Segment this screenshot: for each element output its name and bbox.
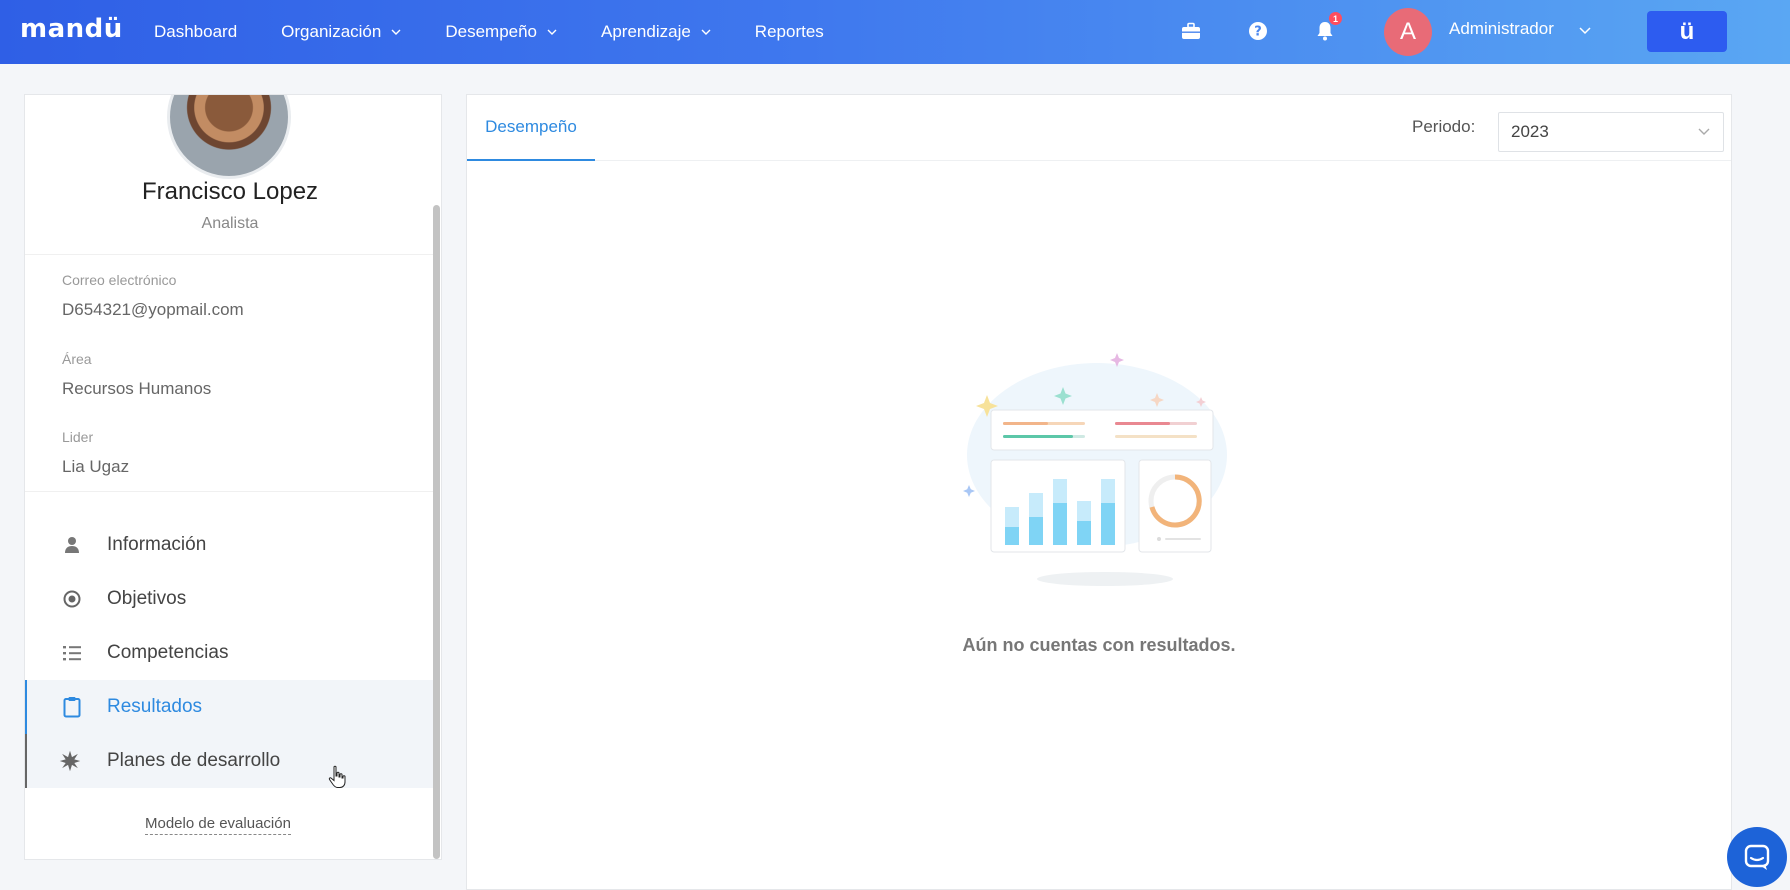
nav-dashboard-label: Dashboard	[154, 22, 238, 41]
email-value: D654321@yopmail.com	[62, 300, 244, 319]
chat-launcher-button[interactable]	[1727, 827, 1787, 887]
nav-aprendizaje[interactable]: Aprendizaje	[601, 22, 711, 42]
help-icon[interactable]: ?	[1245, 18, 1271, 44]
results-panel: Desempeño Periodo: 2023 Aún no cuentas c…	[466, 94, 1732, 890]
scrollbar-thumb[interactable]	[433, 205, 440, 859]
menu-item-informacion[interactable]: Información	[25, 518, 435, 572]
chevron-down-icon	[701, 29, 711, 35]
menu-item-planes-desarrollo[interactable]: Planes de desarrollo	[25, 734, 435, 788]
menu-item-label: Planes de desarrollo	[107, 750, 281, 771]
chevron-down-icon	[547, 29, 557, 35]
period-select[interactable]: 2023	[1498, 112, 1724, 152]
user-icon	[61, 534, 83, 556]
chevron-down-icon[interactable]	[1578, 26, 1592, 36]
area-label: Área	[62, 351, 92, 367]
nav-desempeno-label: Desempeño	[445, 22, 538, 41]
menu-item-resultados[interactable]: Resultados	[25, 680, 435, 734]
tab-desempeno[interactable]: Desempeño	[467, 95, 595, 161]
user-avatar[interactable]: A	[1384, 8, 1432, 56]
menu-item-label: Resultados	[107, 696, 203, 717]
hand-cursor-icon	[328, 765, 346, 788]
list-icon	[61, 642, 83, 664]
nav-aprendizaje-label: Aprendizaje	[601, 22, 691, 41]
mandu-logo[interactable]: mandü	[20, 14, 123, 44]
email-label: Correo electrónico	[62, 272, 177, 288]
menu-item-competencias[interactable]: Competencias	[25, 626, 435, 680]
main-nav: Dashboard Organización Desempeño Aprendi…	[154, 0, 868, 64]
menu-item-label: Objetivos	[107, 588, 187, 609]
profile-photo	[167, 95, 291, 179]
area-value: Recursos Humanos	[62, 379, 212, 398]
chevron-down-icon	[391, 29, 401, 35]
notification-badge: 1	[1329, 12, 1342, 25]
nav-reportes-label: Reportes	[754, 22, 824, 41]
menu-item-label: Competencias	[107, 642, 229, 663]
nav-dashboard[interactable]: Dashboard	[154, 22, 237, 42]
menu-item-objetivos[interactable]: Objetivos	[25, 572, 435, 626]
nav-reportes[interactable]: Reportes	[755, 22, 824, 42]
chat-icon	[1744, 844, 1770, 870]
brand-button[interactable]: ü	[1647, 11, 1727, 52]
top-navbar: mandü Dashboard Organización Desempeño A…	[0, 0, 1790, 64]
profile-role: Analista	[201, 215, 259, 232]
menu-item-label: Información	[107, 534, 207, 555]
nav-organizacion[interactable]: Organización	[281, 22, 401, 42]
leader-label: Lider	[62, 429, 94, 445]
profile-name: Francisco Lopez	[141, 178, 319, 205]
empty-state-illustration	[963, 353, 1227, 586]
period-label: Periodo:	[1412, 117, 1476, 136]
target-icon	[61, 588, 83, 610]
nav-organizacion-label: Organización	[281, 22, 382, 41]
bell-icon[interactable]: 1	[1312, 12, 1342, 44]
model-evaluation-link[interactable]: Modelo de evaluación	[145, 815, 291, 835]
clipboard-icon	[61, 696, 83, 718]
briefcase-icon[interactable]	[1178, 18, 1204, 44]
empty-state-message: Aún no cuentas con resultados.	[962, 635, 1236, 655]
profile-panel: Francisco Lopez Analista Correo electrón…	[24, 94, 442, 860]
divider	[25, 254, 435, 255]
nav-desempeno[interactable]: Desempeño	[445, 22, 557, 42]
leader-value: Lia Ugaz	[62, 457, 130, 476]
star-burst-icon	[59, 750, 81, 772]
chevron-down-icon	[1698, 128, 1710, 135]
svg-text:?: ?	[1254, 25, 1262, 40]
period-value: 2023	[1511, 122, 1549, 141]
tabs-bar: Desempeño Periodo: 2023	[467, 95, 1731, 161]
user-name[interactable]: Administrador	[1449, 19, 1554, 39]
divider	[25, 491, 435, 492]
